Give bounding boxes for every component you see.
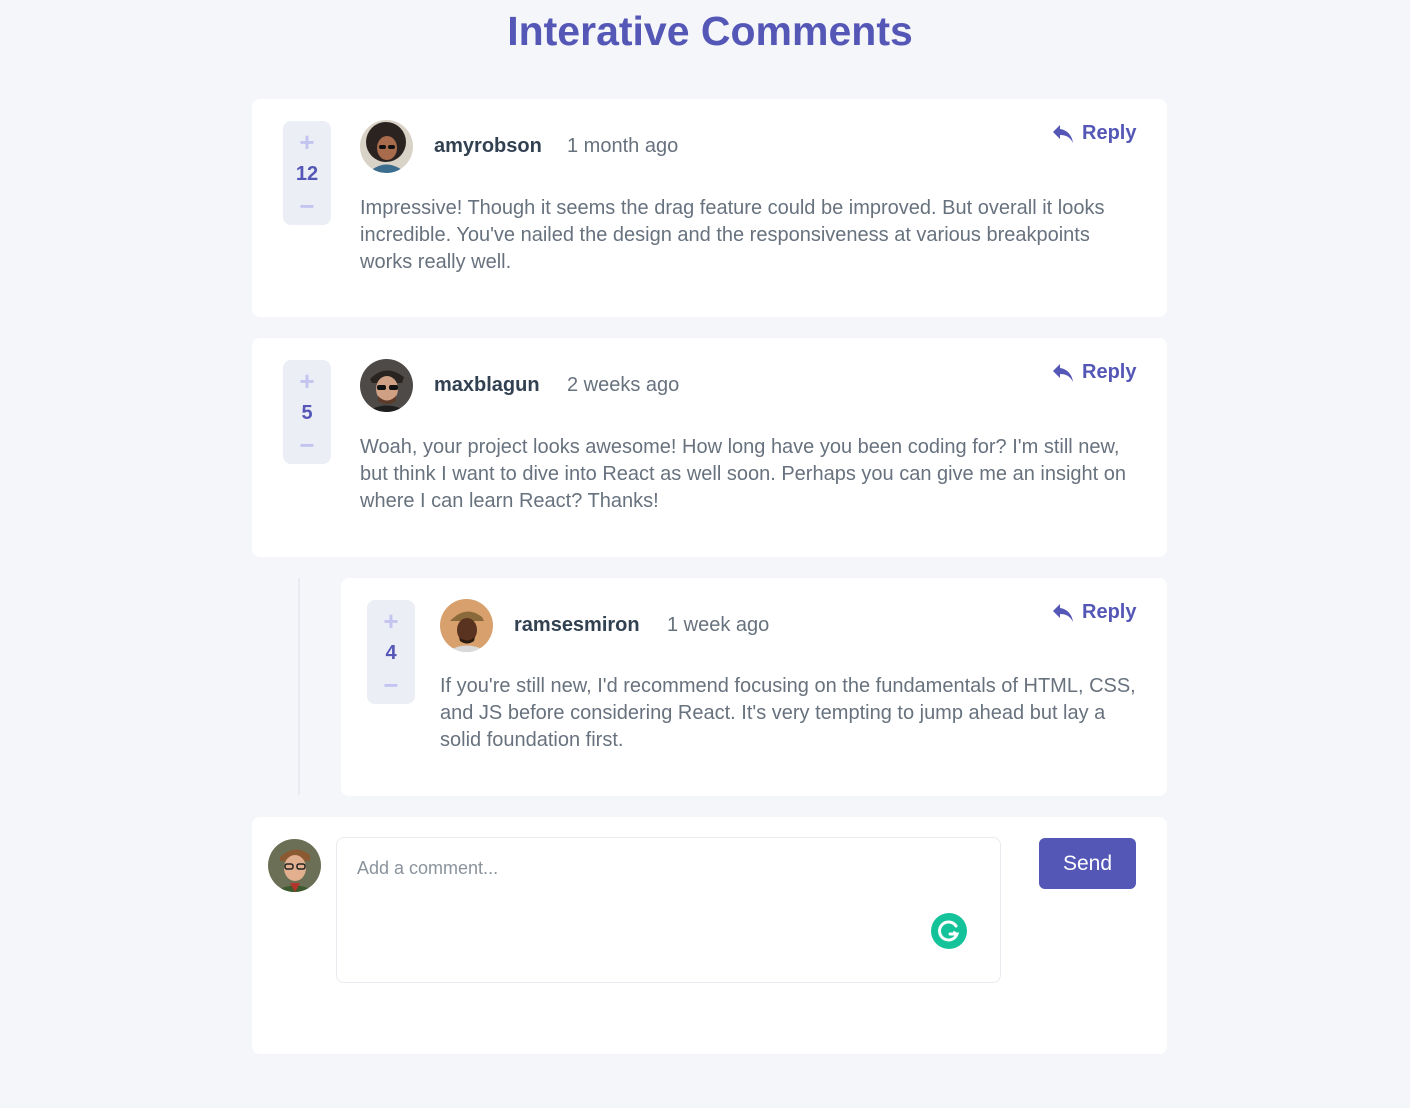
- comment-body: Woah, your project looks awesome! How lo…: [360, 436, 1126, 512]
- reply-icon: [1053, 603, 1073, 622]
- avatar: [360, 120, 413, 173]
- comment-input[interactable]: [336, 837, 1001, 983]
- comment-username[interactable]: maxblagun: [434, 374, 540, 397]
- comment-card: + 12 − amyrobson 1 month ago Reply Impre…: [252, 99, 1167, 317]
- comment-username[interactable]: ramsesmiron: [514, 614, 640, 637]
- reply-label: Reply: [1082, 601, 1137, 623]
- comment-timestamp: 2 weeks ago: [567, 374, 680, 396]
- vote-count: 4: [385, 641, 397, 664]
- grammarly-icon[interactable]: [931, 913, 967, 949]
- avatar-ramsesmiron-icon: [440, 599, 493, 652]
- comment-timestamp: 1 month ago: [567, 135, 679, 157]
- upvote-button[interactable]: +: [292, 368, 322, 394]
- vote-count: 5: [301, 401, 313, 424]
- reply-label: Reply: [1082, 361, 1137, 383]
- comment-body: If you're still new, I'd recommend focus…: [440, 675, 1136, 751]
- upvote-button[interactable]: +: [292, 129, 322, 155]
- downvote-button[interactable]: −: [292, 432, 322, 458]
- reply-label: Reply: [1082, 122, 1137, 144]
- vote-control: + 12 −: [283, 121, 331, 225]
- reply-button[interactable]: Reply: [1052, 361, 1136, 384]
- vote-count: 12: [295, 162, 319, 185]
- reply-thread-line: [298, 578, 300, 795]
- downvote-button[interactable]: −: [376, 672, 406, 698]
- avatar-amyrobson-icon: [360, 120, 413, 173]
- comment-username[interactable]: amyrobson: [434, 135, 542, 158]
- reply-button[interactable]: Reply: [1052, 122, 1136, 145]
- reply-button[interactable]: Reply: [1052, 601, 1136, 624]
- vote-control: + 4 −: [367, 600, 415, 704]
- avatar: [268, 839, 321, 892]
- reply-icon: [1053, 124, 1073, 143]
- avatar: [360, 359, 413, 412]
- upvote-button[interactable]: +: [376, 608, 406, 634]
- vote-control: + 5 −: [283, 360, 331, 464]
- comment-body: Impressive! Though it seems the drag fea…: [360, 197, 1105, 273]
- page-title: Interative Comments: [507, 8, 913, 54]
- send-button[interactable]: Send: [1039, 838, 1136, 889]
- reply-icon: [1053, 363, 1073, 382]
- downvote-button[interactable]: −: [292, 193, 322, 219]
- avatar: [440, 599, 493, 652]
- comment-timestamp: 1 week ago: [667, 614, 770, 636]
- comment-card: + 5 − maxblagun 2 weeks ago Reply Woah, …: [252, 338, 1167, 557]
- avatar-current-user-icon: [268, 839, 321, 892]
- avatar-maxblagun-icon: [360, 359, 413, 412]
- reply-card: + 4 − ramsesmiron 1 week ago Reply If yo…: [341, 578, 1167, 796]
